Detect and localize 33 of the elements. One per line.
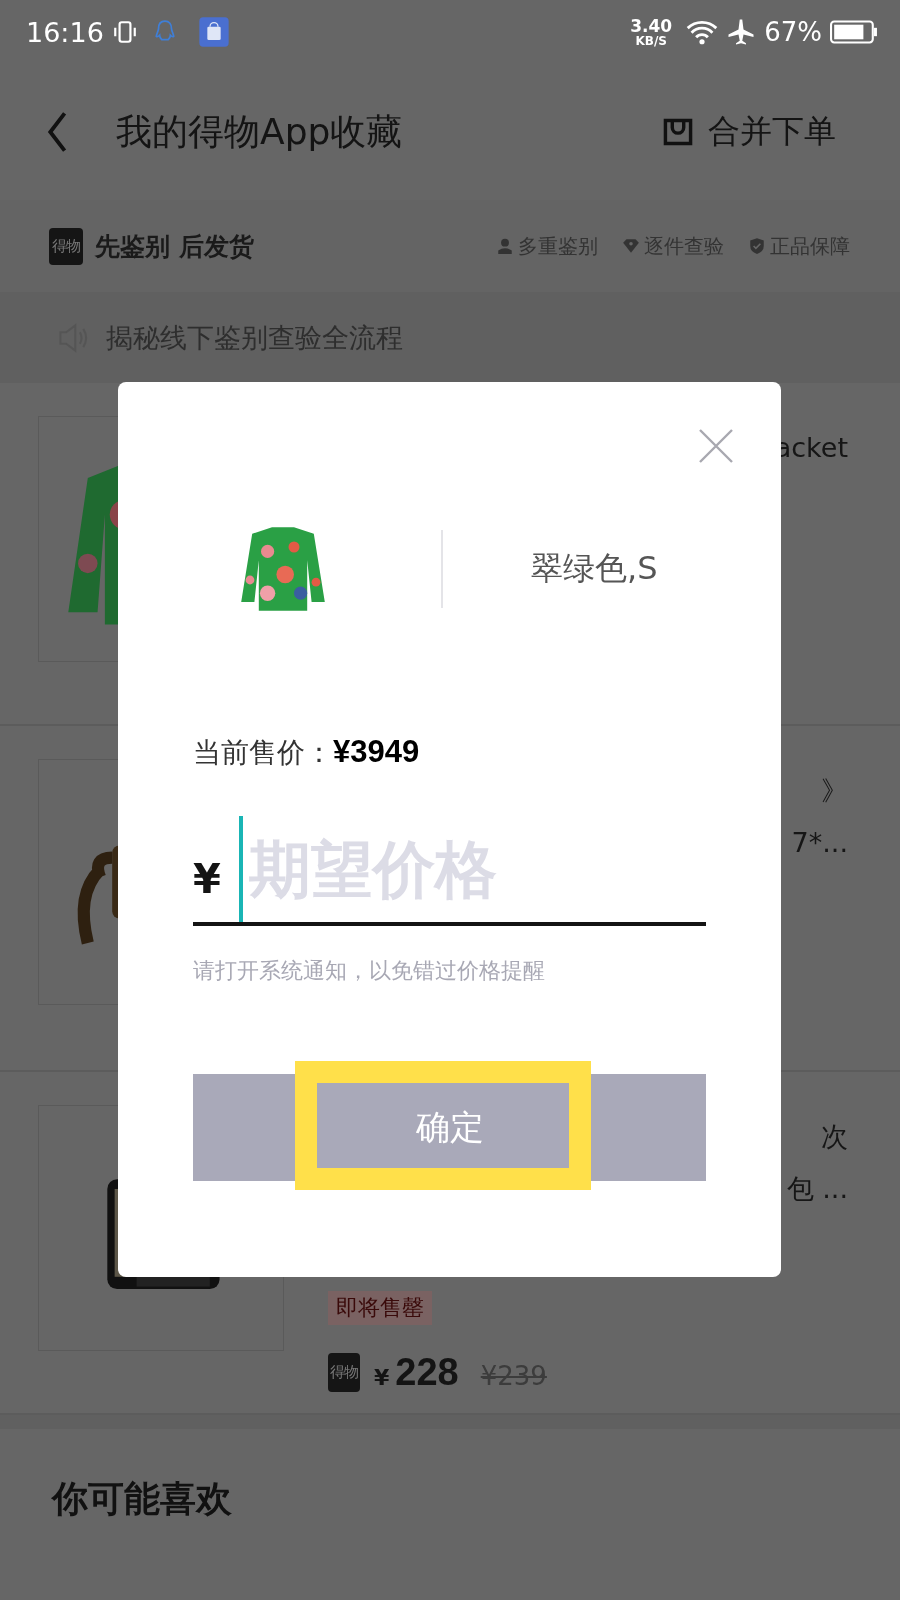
close-button[interactable]: [698, 428, 734, 464]
page-title: 我的得物App收藏: [116, 109, 403, 154]
slogan: 先鉴别 后发货: [95, 230, 254, 263]
product-title: 次: [821, 1120, 848, 1154]
brand-badge: 得物: [328, 1353, 360, 1392]
shield-icon: [748, 237, 766, 255]
person-icon: [496, 237, 514, 255]
merge-order-button[interactable]: 合并下单: [662, 110, 836, 154]
product-title: 7*...: [791, 826, 848, 860]
vibrate-icon: [111, 19, 138, 45]
airplane-icon: [726, 17, 757, 47]
currency-sign: ¥: [193, 856, 221, 902]
brand-badge: 得物: [49, 227, 83, 265]
current-price-label: 当前售价：: [193, 735, 333, 771]
close-icon: [698, 428, 734, 464]
network-unit: KB/S: [635, 34, 667, 47]
variant-label: 翠绿色,S: [531, 548, 658, 589]
current-price: ¥3949: [333, 734, 420, 770]
battery-icon: [830, 19, 878, 45]
gem-icon: [622, 237, 640, 255]
battery-percent: 67%: [764, 17, 822, 47]
network-speed: 3.40: [630, 17, 673, 35]
product-title: 包 ...: [786, 1172, 848, 1206]
currency-sign: ¥: [374, 1365, 390, 1390]
bag-icon: [662, 116, 694, 148]
hint-text: 请打开系统通知，以免错过价格提醒: [193, 957, 546, 985]
wifi-icon: [686, 19, 719, 45]
stock-tag: 即将售罄: [328, 1291, 432, 1325]
section-title: 你可能喜欢: [52, 1478, 232, 1519]
shopping-bag-icon: [197, 16, 230, 48]
product-title: 》: [821, 774, 848, 808]
product-price: 228: [395, 1351, 459, 1394]
status-time: 16:16: [26, 16, 104, 48]
